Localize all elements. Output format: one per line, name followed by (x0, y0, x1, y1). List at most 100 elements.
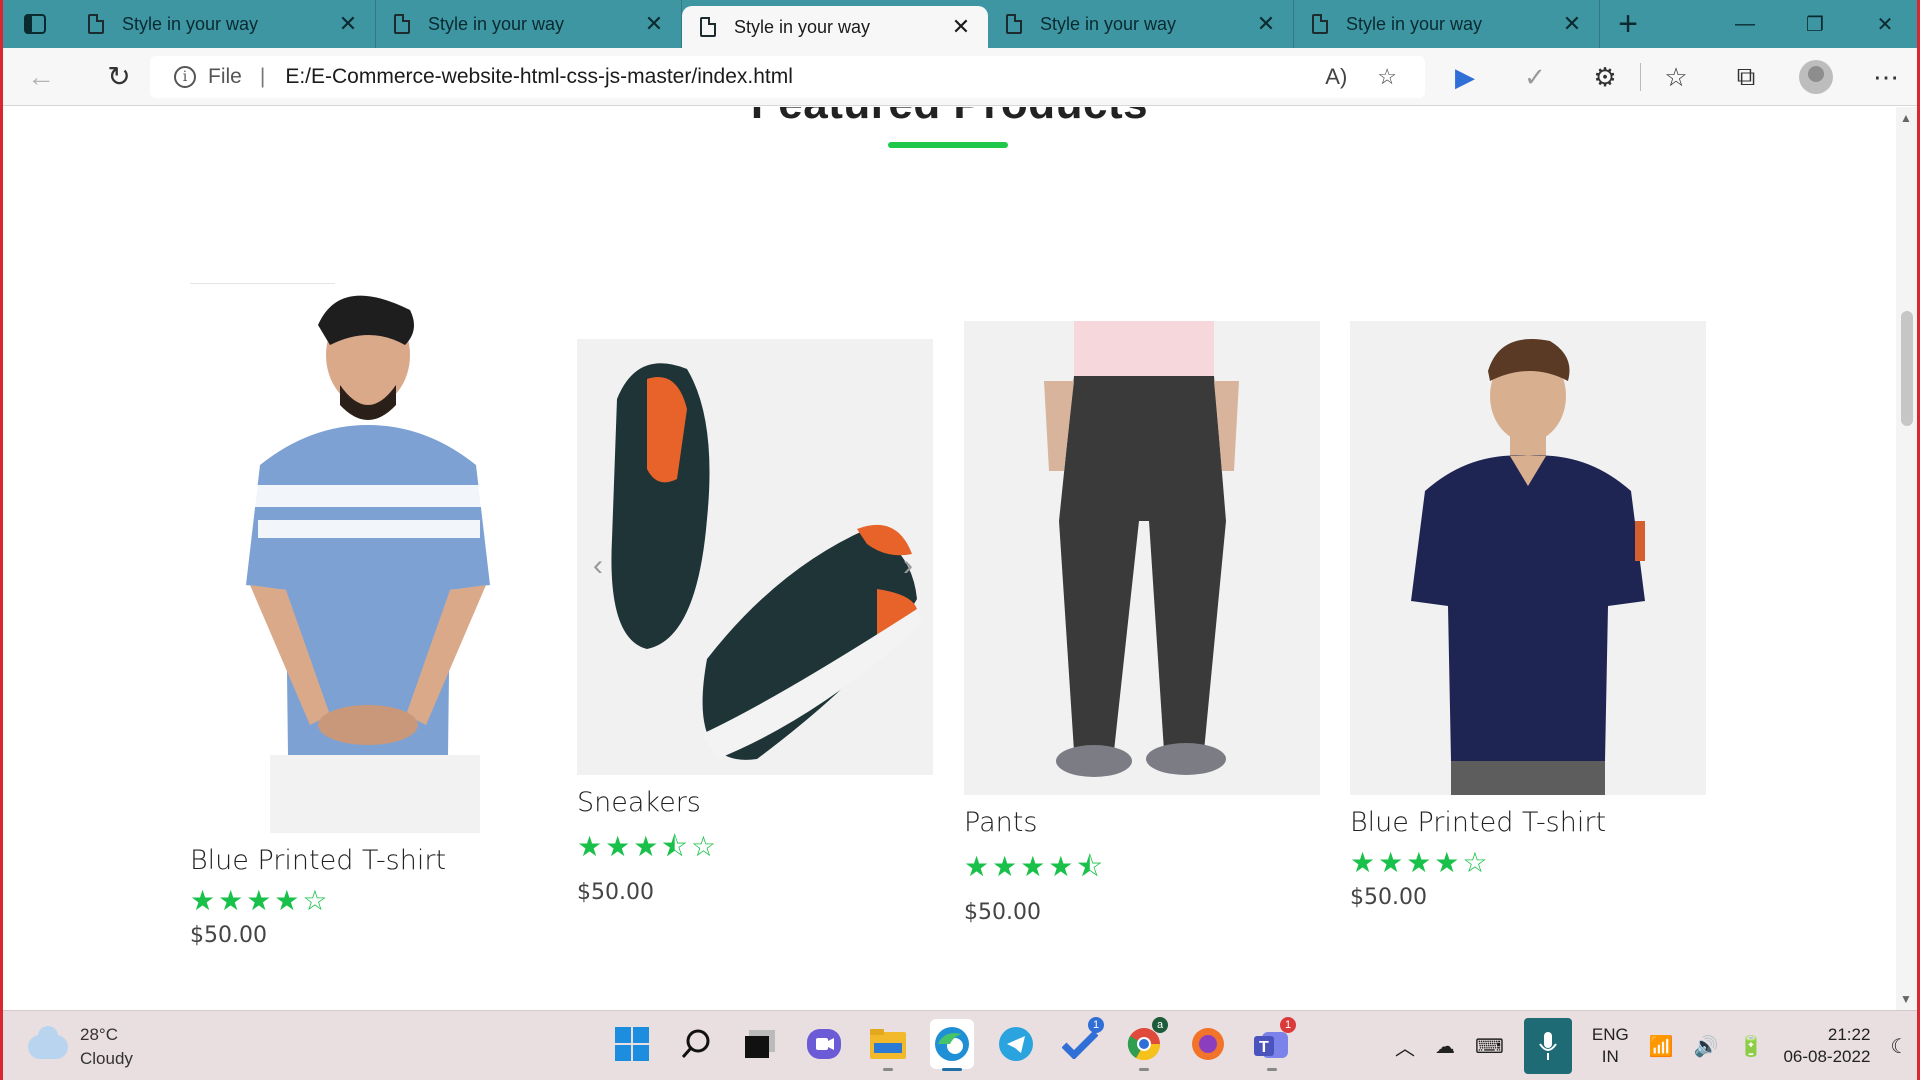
close-tab-icon[interactable]: ✕ (337, 13, 359, 35)
url-text[interactable]: E:/E-Commerce-website-html-css-js-master… (285, 65, 793, 89)
tshirt-model-image (246, 295, 490, 833)
product-name[interactable]: Blue Printed T-shirt (190, 845, 546, 876)
product-name[interactable]: Blue Printed T-shirt (1350, 807, 1706, 838)
wifi-icon[interactable]: 📶 (1649, 1034, 1674, 1059)
tab-title: Style in your way (122, 13, 259, 34)
task-view-button[interactable] (738, 1019, 782, 1069)
language-indicator[interactable]: ENG IN (1592, 1024, 1629, 1068)
clock[interactable]: 21:22 06-08-2022 (1783, 1024, 1870, 1068)
battery-icon[interactable]: 🔋 (1739, 1034, 1764, 1059)
browser-toolbar: ← ↻ i File | E:/E-Commerce-website-html-… (0, 48, 1920, 106)
product-name[interactable]: Pants (964, 807, 1320, 838)
read-aloud-icon[interactable]: A) (1325, 64, 1347, 90)
collections-icon[interactable]: ⧉ (1711, 61, 1781, 93)
profile-button[interactable] (1781, 60, 1851, 94)
product-name[interactable]: Sneakers (577, 787, 933, 818)
onedrive-icon[interactable]: ☁ (1435, 1034, 1455, 1059)
close-tab-icon[interactable]: ✕ (1561, 13, 1583, 35)
product-card[interactable]: ‹ › Sneakers ★★★⯪☆ $50.00 (577, 339, 933, 905)
product-card[interactable]: Blue Printed T-shirt ★★★★☆ $50.00 (190, 285, 546, 948)
browser-tab[interactable]: Style in your way ✕ (988, 0, 1294, 48)
telegram-button[interactable] (994, 1019, 1038, 1069)
chrome-button[interactable]: a (1122, 1017, 1168, 1071)
scroll-up-icon[interactable]: ▲ (1900, 111, 1912, 125)
play-extension-icon[interactable]: ▶ (1430, 62, 1500, 93)
running-indicator (1139, 1068, 1149, 1071)
taskbar-apps: 1 a T 1 (610, 1017, 1296, 1071)
close-tab-icon[interactable]: ✕ (1255, 13, 1277, 35)
product-price: $50.00 (964, 900, 1041, 925)
carousel-next-icon[interactable]: › (903, 549, 913, 583)
scheme-label: File (208, 65, 242, 88)
minimize-button[interactable]: — (1710, 0, 1780, 48)
microphone-button[interactable] (1523, 1018, 1572, 1074)
telegram-icon (999, 1027, 1033, 1061)
search-icon (681, 1029, 710, 1058)
back-button[interactable]: ← (12, 48, 70, 106)
show-hidden-icons-icon[interactable]: ︿ (1395, 1032, 1415, 1061)
close-tab-icon[interactable]: ✕ (643, 13, 665, 35)
todo-button[interactable]: 1 (1058, 1017, 1104, 1069)
product-image[interactable]: ‹ › (577, 339, 933, 775)
page-scrollbar[interactable]: ▲ ▼ (1896, 107, 1917, 1010)
page-icon (1006, 14, 1022, 34)
edge-button[interactable] (930, 1019, 974, 1071)
new-tab-button[interactable]: + (1600, 0, 1656, 48)
file-explorer-button[interactable] (866, 1019, 910, 1071)
weather-temp: 28°C (80, 1025, 118, 1044)
taskbar: 28°C Cloudy 1 a T 1 ︿ ☁ ⌨ ENG IN 📶 🔊 🔋 2… (0, 1010, 1920, 1080)
info-icon[interactable]: i (174, 66, 196, 88)
file-explorer-icon (870, 1029, 906, 1059)
more-menu-icon[interactable]: ⋯ (1851, 62, 1920, 93)
refresh-button[interactable]: ↻ (90, 48, 148, 106)
focus-assist-icon[interactable]: ☾ (1890, 1034, 1908, 1059)
close-tab-icon[interactable]: ✕ (950, 16, 972, 38)
sneakers-image (611, 363, 922, 760)
product-image[interactable] (964, 321, 1320, 795)
search-button[interactable] (674, 1019, 718, 1069)
browser-tab-active[interactable]: Style in your way ✕ (682, 6, 988, 48)
scroll-down-icon[interactable]: ▼ (1900, 992, 1912, 1006)
running-indicator (883, 1068, 893, 1071)
product-card[interactable]: Blue Printed T-shirt ★★★★☆ $50.00 (1350, 321, 1706, 910)
language-region: IN (1601, 1047, 1619, 1066)
restore-button[interactable]: ❐ (1780, 0, 1850, 48)
teams-icon: T (1254, 1032, 1288, 1058)
close-window-button[interactable]: ✕ (1850, 0, 1920, 48)
address-bar[interactable]: i File | E:/E-Commerce-website-html-css-… (150, 56, 1425, 98)
window-controls: — ❐ ✕ (1710, 0, 1920, 48)
system-tray: ︿ ☁ ⌨ ENG IN 📶 🔊 🔋 21:22 06-08-2022 ☾ (1395, 1018, 1908, 1074)
page-content: Featured Products Blue Printed T-shirt ★… (3, 107, 1896, 1010)
browser-tab[interactable]: Style in your way ✕ (1294, 0, 1600, 48)
carousel-prev-icon[interactable]: ‹ (593, 549, 603, 583)
teams-badge: 1 (1280, 1017, 1296, 1033)
browser-tab[interactable]: Style in your way ✕ (376, 0, 682, 48)
scrollbar-thumb[interactable] (1901, 311, 1913, 426)
add-favorite-icon[interactable]: ☆ (1377, 64, 1397, 90)
task-view-icon (745, 1030, 775, 1058)
teams-button[interactable]: T 1 (1250, 1017, 1296, 1071)
keyboard-icon[interactable]: ⌨ (1475, 1034, 1504, 1059)
browser-tab[interactable]: Style in your way ✕ (70, 0, 376, 48)
svg-text:T: T (1259, 1039, 1269, 1056)
volume-icon[interactable]: 🔊 (1694, 1034, 1719, 1059)
product-card[interactable]: Pants ★★★★⯪ $50.00 (964, 321, 1320, 925)
tab-actions-button[interactable] (0, 0, 70, 48)
check-extension-icon[interactable]: ✓ (1500, 62, 1570, 93)
start-button[interactable] (610, 1019, 654, 1069)
tab-title: Style in your way (1040, 13, 1177, 34)
chat-button[interactable] (802, 1019, 846, 1069)
tab-title: Style in your way (428, 13, 565, 34)
extensions-icon[interactable]: ⚙ (1570, 62, 1640, 93)
page-icon (700, 17, 716, 37)
product-image[interactable] (190, 285, 546, 833)
weather-widget[interactable]: 28°C Cloudy (28, 1023, 133, 1071)
todo-icon (1062, 1030, 1098, 1059)
address-separator: | (259, 65, 266, 88)
polo-model-image (1411, 339, 1645, 795)
firefox-icon (1192, 1028, 1224, 1060)
favorites-icon[interactable]: ☆ (1641, 62, 1711, 93)
product-image[interactable] (1350, 321, 1706, 795)
firefox-button[interactable] (1186, 1019, 1230, 1069)
tab-strip: Style in your way ✕ Style in your way ✕ … (0, 0, 1920, 48)
